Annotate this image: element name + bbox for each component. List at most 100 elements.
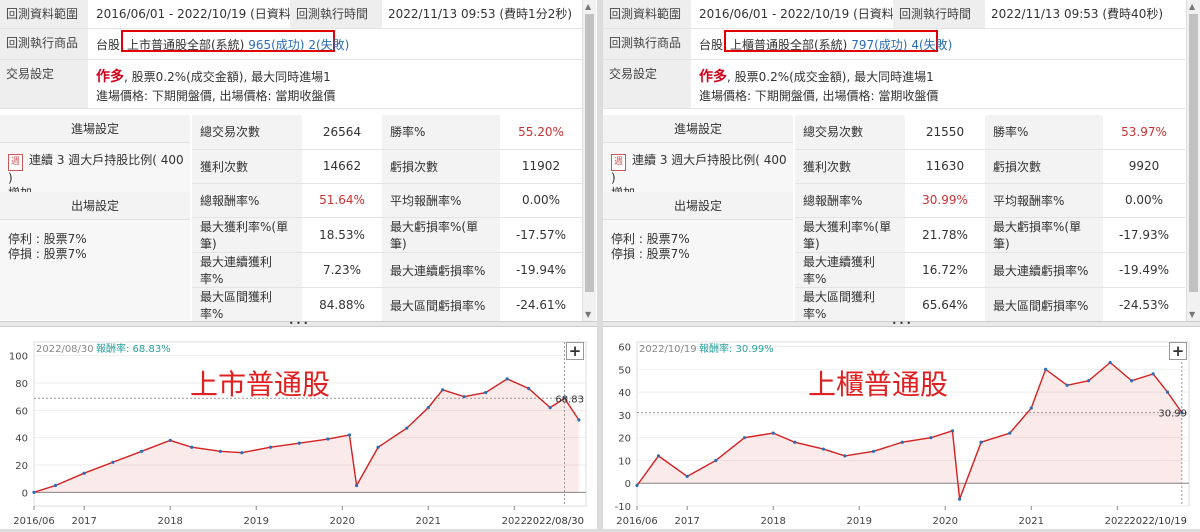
equity-point (111, 460, 115, 464)
return-label: 報酬率: 68.83% (96, 342, 171, 355)
exit-conditions: 停利 : 股票7% 停損 : 股票7% (8, 232, 87, 262)
equity-point (505, 377, 509, 381)
stat-key: 最大區間虧損率% (382, 287, 500, 324)
scroll-thumb[interactable] (1189, 14, 1198, 292)
stats-row: 總報酬率% 30.99% 平均報酬率% 0.00% (795, 183, 1185, 219)
stat-key: 獲利次數 (795, 149, 905, 184)
stat-key: 總交易次數 (795, 115, 905, 150)
stats-row: 總交易次數 26564 勝率% 55.20% (192, 115, 582, 150)
resize-handle[interactable]: • • • (0, 320, 597, 328)
stat-value: -19.94% (500, 252, 582, 289)
exec-time-value: 2022/11/13 09:53 (費時1分2秒) (388, 7, 573, 21)
stat-key: 最大獲利率%(單筆) (192, 217, 302, 254)
equity-point (1087, 379, 1091, 383)
end-date-label: 2022/08/30 (526, 516, 584, 527)
equity-point (484, 390, 488, 395)
weekly-badge: 週 (611, 154, 627, 171)
product-info: 上櫃普通股全部(系統) 797(成功) 4(失敗) (730, 36, 952, 53)
y-tick-label: 10 (618, 456, 631, 467)
stats-row: 獲利次數 11630 虧損次數 9920 (795, 149, 1185, 184)
exit-conditions: 停利 : 股票7% 停損 : 股票7% (611, 232, 690, 262)
resize-handle[interactable]: • • • (603, 320, 1200, 328)
y-tick-label: 20 (15, 461, 28, 472)
stat-key: 勝率% (985, 115, 1103, 150)
equity-point (354, 483, 359, 488)
x-tick-label: 2016/06 (13, 516, 55, 527)
scroll-thumb[interactable] (585, 14, 594, 292)
range-value: 2016/06/01 - 2022/10/19 (日資料) (699, 7, 899, 21)
trade-desc: , 股票0.2%(成交金額), 最大同時進場1 (124, 70, 331, 84)
trade-desc-line: 作多, 股票0.2%(成交金額), 最大同時進場1 (699, 66, 934, 86)
product-row: 回測執行商品 台股 上市普通股全部(系統) 965(成功) 2(失敗) (0, 29, 582, 60)
trade-label: 交易設定 (0, 60, 88, 108)
market-value: 台股 (96, 38, 121, 52)
zoom-plus-button[interactable]: + (566, 342, 584, 360)
stat-key: 平均報酬率% (382, 183, 500, 219)
zoom-plus-button[interactable]: + (1169, 342, 1187, 360)
scroll-down-icon[interactable]: ▼ (585, 310, 591, 319)
stats-section: 進場設定 週連續 3 週大戶持股比例( 400 ) 增加 出場設定 停利 : 股… (0, 115, 582, 324)
product-fail-count[interactable]: 4(失敗) (911, 38, 952, 52)
stat-value: 51.64% (302, 183, 382, 219)
trade-desc-line: 作多, 股票0.2%(成交金額), 最大同時進場1 (96, 66, 331, 86)
equity-point (742, 436, 747, 440)
equity-point (685, 474, 689, 478)
equity-point (843, 454, 847, 458)
stats-row: 最大區間獲利率% 65.64% 最大區間虧損率% -24.53% (795, 287, 1185, 324)
range-label: 回測資料範圍 (0, 0, 88, 28)
stat-value: 0.00% (1103, 183, 1185, 219)
vertical-scrollbar[interactable]: ▲ ▼ (582, 0, 596, 323)
stat-key: 獲利次數 (192, 149, 302, 184)
stat-value: 0.00% (500, 183, 582, 219)
stat-key: 勝率% (382, 115, 500, 150)
equity-point (548, 406, 552, 410)
stop-loss-text: 停損 : 股票7% (611, 247, 690, 261)
stats-section: 進場設定 週連續 3 週大戶持股比例( 400 ) 增加 出場設定 停利 : 股… (603, 115, 1185, 324)
y-tick-label: 100 (9, 352, 28, 363)
last-value-label: 68.83 (555, 394, 584, 405)
equity-point (82, 471, 86, 475)
exit-settings-header: 出場設定 (603, 192, 793, 220)
stat-key: 最大區間獲利率% (192, 287, 302, 324)
equity-chart-svg: -10 0 10 20 30 40 50 60 2016/06 2017 2018 2019 2020 2… (615, 341, 1190, 527)
equity-point (957, 497, 962, 501)
stat-key: 最大獲利率%(單筆) (795, 217, 905, 254)
x-tick-label: 2020 (933, 516, 958, 527)
equity-chart[interactable]: 0 20 40 60 80 100 2016/06 2017 2018 2019 2020 2021 2… (0, 328, 597, 529)
stat-key: 最大區間虧損率% (985, 287, 1103, 324)
stat-key: 虧損次數 (985, 149, 1103, 184)
equity-point (190, 445, 194, 449)
equity-point (900, 440, 904, 444)
stats-row: 最大獲利率%(單筆) 21.78% 最大虧損率%(單筆) -17.93% (795, 217, 1185, 254)
equity-point (268, 445, 273, 449)
chart-big-title: 上市普通股 (190, 368, 330, 401)
equity-point (376, 445, 380, 449)
product-fail-count[interactable]: 2(失敗) (308, 38, 349, 52)
stat-value: 84.88% (302, 287, 382, 324)
x-tick-label: 2020 (330, 516, 355, 527)
entry-settings-header: 進場設定 (603, 115, 793, 143)
trade-row: 交易設定 作多, 股票0.2%(成交金額), 最大同時進場1 進場價格: 下期開… (603, 60, 1185, 109)
vertical-scrollbar[interactable]: ▲ ▼ (1186, 0, 1200, 323)
stat-key: 最大連續獲利率% (192, 252, 302, 289)
stat-value: 9920 (1103, 149, 1185, 184)
equity-point (1108, 360, 1112, 365)
scroll-up-icon[interactable]: ▲ (585, 2, 591, 11)
direction-value: 作多 (699, 69, 727, 85)
stat-value: 11630 (905, 149, 985, 184)
scroll-up-icon[interactable]: ▲ (1189, 2, 1195, 11)
take-profit-text: 停利 : 股票7% (611, 232, 690, 246)
chart-big-title: 上櫃普通股 (808, 368, 948, 401)
product-success-count[interactable]: 797(成功) (851, 38, 907, 52)
equity-point (635, 483, 639, 488)
equity-chart[interactable]: -10 0 10 20 30 40 50 60 2016/06 2017 2018 2019 2020 2… (603, 328, 1200, 529)
trade-row: 交易設定 作多, 股票0.2%(成交金額), 最大同時進場1 進場價格: 下期開… (0, 60, 582, 109)
equity-point (656, 454, 661, 458)
product-success-count[interactable]: 965(成功) (248, 38, 304, 52)
hover-date-label: 2022/08/30 (36, 344, 94, 355)
stat-key: 總交易次數 (192, 115, 302, 150)
x-tick-label: 2016/06 (616, 516, 658, 527)
scroll-down-icon[interactable]: ▼ (1189, 310, 1195, 319)
range-value: 2016/06/01 - 2022/10/19 (日資料) (96, 7, 296, 21)
x-tick-label: 2019 (244, 516, 269, 527)
